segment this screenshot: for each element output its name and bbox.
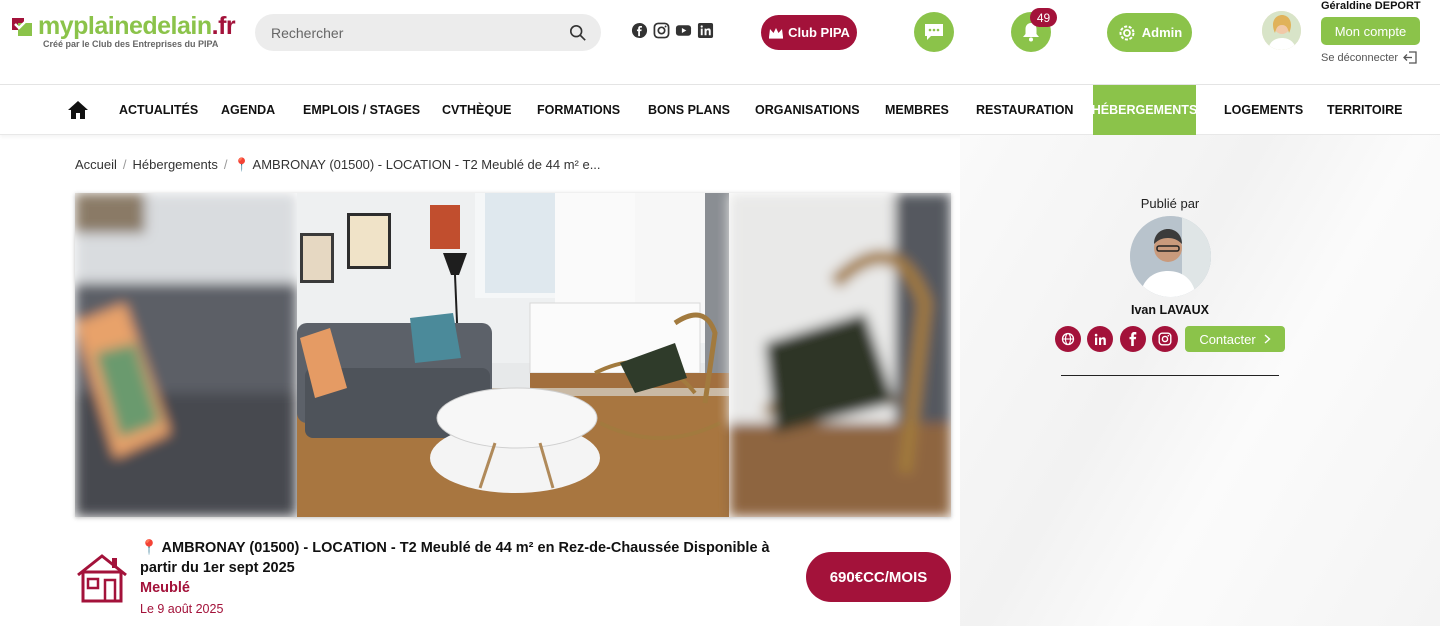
- listing-photo-gallery[interactable]: [75, 193, 951, 517]
- nav-item-cvtheque[interactable]: CVTHÈQUE: [438, 85, 515, 135]
- social-links: [631, 22, 714, 39]
- my-account-button[interactable]: Mon compte: [1321, 17, 1420, 45]
- contact-label: Contacter: [1199, 331, 1256, 347]
- linkedin-icon: [1094, 333, 1106, 345]
- nav-item-hebergements[interactable]: HÉBERGEMENTS: [1092, 85, 1197, 135]
- logo-tagline: Créé par le Club des Entreprises du PIPA: [43, 39, 219, 49]
- main-nav: ACTUALITÉS AGENDA EMPLOIS / STAGES CVTHÈ…: [0, 85, 1440, 135]
- crown-icon: [769, 27, 784, 39]
- listing-type: Meublé: [140, 580, 190, 596]
- nav-item-formations[interactable]: FORMATIONS: [533, 85, 624, 135]
- nav-item-actualites[interactable]: ACTUALITÉS: [115, 85, 202, 135]
- publisher-instagram-link[interactable]: [1152, 326, 1178, 352]
- club-pipa-button[interactable]: Club PIPA: [761, 15, 857, 50]
- listing-photo: [75, 193, 951, 517]
- search-icon[interactable]: [569, 24, 587, 42]
- publisher-facebook-link[interactable]: [1120, 326, 1146, 352]
- breadcrumb-current: 📍 AMBRONAY (01500) - LOCATION - T2 Meubl…: [233, 157, 601, 172]
- site-logo[interactable]: myplainedelain.fr Créé par le Club des E…: [10, 12, 240, 52]
- price-badge: 690€CC/MOIS: [806, 552, 951, 602]
- breadcrumb-home[interactable]: Accueil: [75, 157, 117, 173]
- listing-title: 📍 AMBRONAY (01500) - LOCATION - T2 Meubl…: [140, 540, 770, 576]
- chat-icon: [925, 24, 943, 40]
- nav-item-bons-plans[interactable]: BONS PLANS: [644, 85, 734, 135]
- notification-count-badge: 49: [1030, 8, 1057, 27]
- divider: [1061, 375, 1279, 376]
- publisher-website-link[interactable]: [1055, 326, 1081, 352]
- breadcrumb: Accueil / Hébergements / 📍 AMBRONAY (015…: [75, 157, 601, 173]
- breadcrumb-section[interactable]: Hébergements: [133, 157, 218, 173]
- nav-item-restauration[interactable]: RESTAURATION: [972, 85, 1077, 135]
- nav-item-agenda[interactable]: AGENDA: [217, 85, 279, 135]
- nav-item-organisations[interactable]: ORGANISATIONS: [751, 85, 864, 135]
- nav-item-membres[interactable]: MEMBRES: [881, 85, 953, 135]
- instagram-icon[interactable]: [653, 22, 670, 39]
- logout-label: Se déconnecter: [1321, 51, 1399, 64]
- globe-icon: [1061, 332, 1075, 346]
- user-avatar[interactable]: [1262, 11, 1301, 50]
- user-name: Géraldine DEPORT: [1321, 0, 1421, 12]
- youtube-icon[interactable]: [675, 22, 692, 39]
- instagram-icon: [1158, 332, 1172, 346]
- house-icon: [77, 554, 127, 603]
- logo-mark-icon: [12, 18, 32, 36]
- logout-icon: [1403, 51, 1417, 64]
- publisher-avatar[interactable]: [1130, 216, 1211, 297]
- gear-icon: [1119, 25, 1135, 40]
- breadcrumb-separator: /: [122, 157, 127, 172]
- chevron-right-icon: [1264, 334, 1271, 344]
- logo-wordmark: myplainedelain.fr: [38, 12, 236, 40]
- nav-item-emplois-stages[interactable]: EMPLOIS / STAGES: [299, 85, 424, 135]
- messages-button[interactable]: [914, 12, 954, 52]
- admin-label: Admin: [1141, 25, 1183, 40]
- club-pipa-label: Club PIPA: [788, 25, 850, 40]
- contact-button[interactable]: Contacter: [1185, 326, 1285, 352]
- nav-item-logements[interactable]: LOGEMENTS: [1220, 85, 1307, 135]
- top-header: myplainedelain.fr Créé par le Club des E…: [0, 0, 1440, 85]
- nav-item-territoire[interactable]: TERRITOIRE: [1323, 85, 1406, 135]
- publisher-linkedin-link[interactable]: [1087, 326, 1113, 352]
- logout-link[interactable]: Se déconnecter: [1321, 50, 1418, 65]
- published-by-label: Publié par: [1140, 196, 1200, 211]
- breadcrumb-separator: /: [223, 157, 228, 172]
- search-input[interactable]: [255, 14, 555, 51]
- facebook-icon: [1129, 332, 1137, 346]
- publisher-name: Ivan LAVAUX: [1130, 303, 1210, 317]
- admin-button[interactable]: Admin: [1107, 13, 1192, 52]
- facebook-icon[interactable]: [631, 22, 648, 39]
- home-icon[interactable]: [68, 101, 88, 119]
- listing-date: Le 9 août 2025: [140, 602, 224, 616]
- linkedin-icon[interactable]: [697, 22, 714, 39]
- search-bar: [255, 14, 601, 51]
